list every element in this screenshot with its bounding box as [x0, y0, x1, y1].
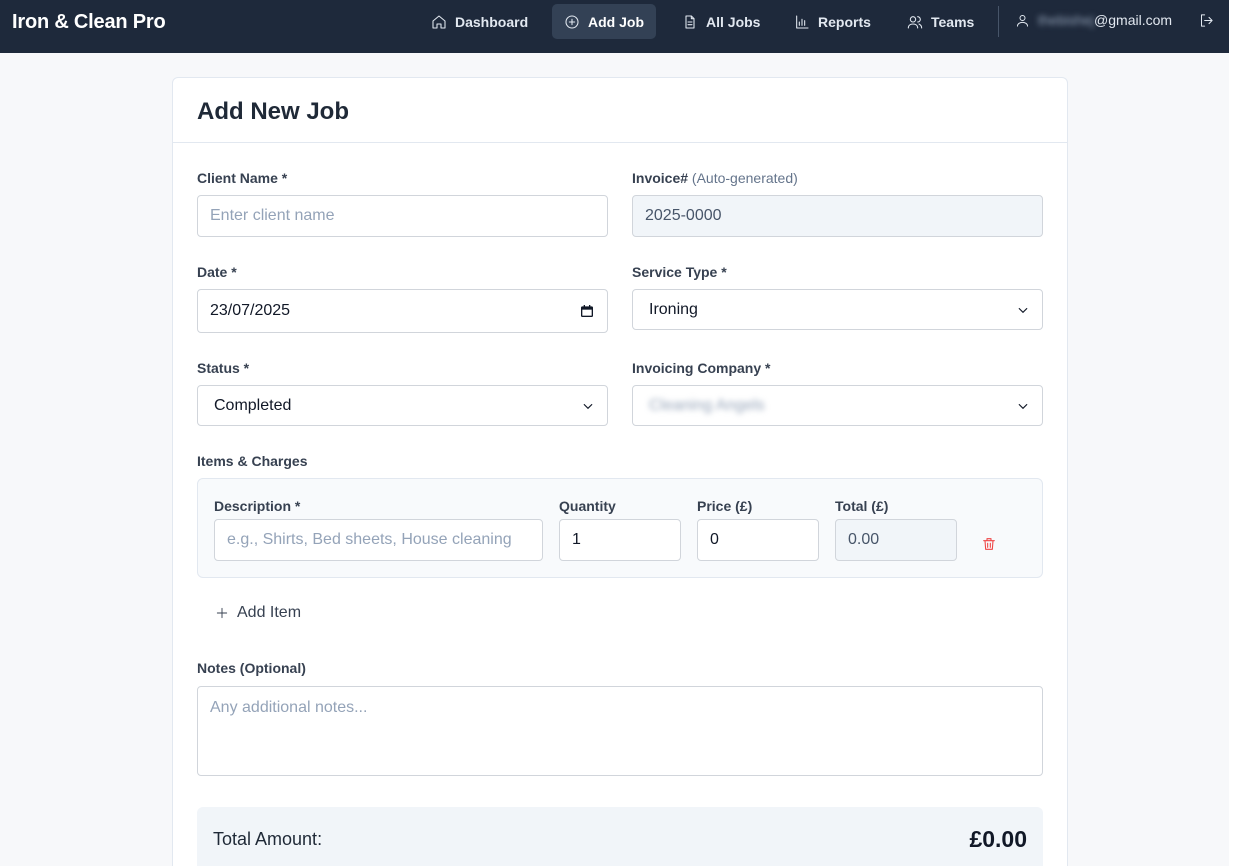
- quantity-input[interactable]: 1: [559, 519, 681, 561]
- status-value: Completed: [214, 396, 292, 414]
- user-icon: [1017, 14, 1028, 27]
- nav-divider: [998, 6, 999, 37]
- calendar-icon[interactable]: [579, 303, 595, 319]
- trash-icon: [983, 538, 995, 550]
- item-row: Description * e.g., Shirts, Bed sheets, …: [197, 478, 1043, 578]
- delete-item-button[interactable]: [981, 536, 997, 552]
- nav-dashboard[interactable]: Dashboard: [419, 4, 540, 39]
- item-total-field: 0.00: [835, 519, 957, 561]
- description-label: Description *: [214, 498, 301, 514]
- invoicing-company-value: Cleaning Angels: [649, 396, 765, 414]
- user-email: thebishej@gmail.com: [1038, 12, 1172, 28]
- nav-all-jobs[interactable]: All Jobs: [670, 4, 772, 39]
- page-title: Add New Job: [197, 98, 350, 125]
- status-label: Status *: [197, 360, 250, 376]
- add-job-card: Add New Job Client Name * Enter client n…: [172, 77, 1068, 866]
- invoice-label: Invoice# (Auto-generated): [632, 170, 798, 186]
- nav-reports[interactable]: Reports: [782, 4, 883, 39]
- price-label: Price (£): [697, 498, 753, 514]
- add-item-button[interactable]: Add Item: [215, 604, 301, 622]
- date-label: Date *: [197, 264, 237, 280]
- quantity-label: Quantity: [559, 498, 616, 514]
- home-icon: [432, 14, 446, 29]
- nav-teams[interactable]: Teams: [895, 4, 986, 39]
- date-value: 23/07/2025: [210, 302, 291, 319]
- invoicing-company-select[interactable]: Cleaning Angels: [632, 385, 1043, 426]
- nav-teams-label: Teams: [931, 13, 975, 30]
- items-charges-label: Items & Charges: [197, 453, 308, 469]
- nav-all-jobs-label: All Jobs: [706, 13, 761, 30]
- nav-dashboard-label: Dashboard: [455, 13, 529, 30]
- total-amount-label: Total Amount:: [213, 829, 323, 849]
- date-input[interactable]: 23/07/2025: [197, 289, 608, 333]
- service-type-value: Ironing: [649, 300, 698, 318]
- plus-icon: [216, 607, 228, 619]
- file-text-icon: [685, 14, 695, 29]
- service-type-select[interactable]: Ironing: [632, 289, 1043, 330]
- client-name-input[interactable]: Enter client name: [197, 195, 608, 237]
- description-input[interactable]: e.g., Shirts, Bed sheets, House cleaning: [214, 519, 543, 561]
- user-account: thebishej@gmail.com: [1015, 12, 1172, 28]
- plus-circle-icon: [565, 14, 579, 29]
- nav-reports-label: Reports: [818, 13, 871, 30]
- logout-icon: [1201, 14, 1213, 27]
- invoice-number-field: 2025-0000: [632, 195, 1043, 237]
- chevron-down-icon: [1018, 403, 1028, 409]
- card-header: Add New Job: [173, 78, 1067, 143]
- invoice-hint: (Auto-generated): [691, 170, 798, 186]
- user-email-redacted: thebishej: [1038, 12, 1095, 28]
- scrollbar-track[interactable]: [1229, 0, 1245, 866]
- users-icon: [907, 15, 923, 29]
- add-item-label: Add Item: [237, 604, 302, 621]
- notes-label: Notes (Optional): [197, 660, 306, 676]
- chevron-down-icon: [1018, 307, 1028, 313]
- status-select[interactable]: Completed: [197, 385, 608, 426]
- notes-textarea[interactable]: Any additional notes...: [197, 686, 1043, 776]
- logout-button[interactable]: [1199, 13, 1214, 33]
- invoice-label-text: Invoice#: [632, 170, 689, 186]
- item-total-label: Total (£): [835, 498, 889, 514]
- total-amount-bar: Total Amount: £0.00: [197, 807, 1043, 866]
- service-type-label: Service Type *: [632, 264, 727, 280]
- invoicing-company-label: Invoicing Company *: [632, 360, 771, 376]
- price-input[interactable]: 0: [697, 519, 819, 561]
- app-brand[interactable]: Iron & Clean Pro: [12, 11, 166, 34]
- top-navbar: Iron & Clean Pro Dashboard Add Job All J…: [0, 0, 1229, 53]
- total-amount-value: £0.00: [969, 826, 1027, 852]
- nav-add-job[interactable]: Add Job: [552, 4, 656, 39]
- bar-chart-icon: [796, 14, 809, 29]
- user-email-domain: @gmail.com: [1094, 12, 1173, 28]
- nav-add-job-label: Add Job: [588, 13, 644, 30]
- client-name-label: Client Name *: [197, 170, 288, 186]
- chevron-down-icon: [583, 403, 593, 409]
